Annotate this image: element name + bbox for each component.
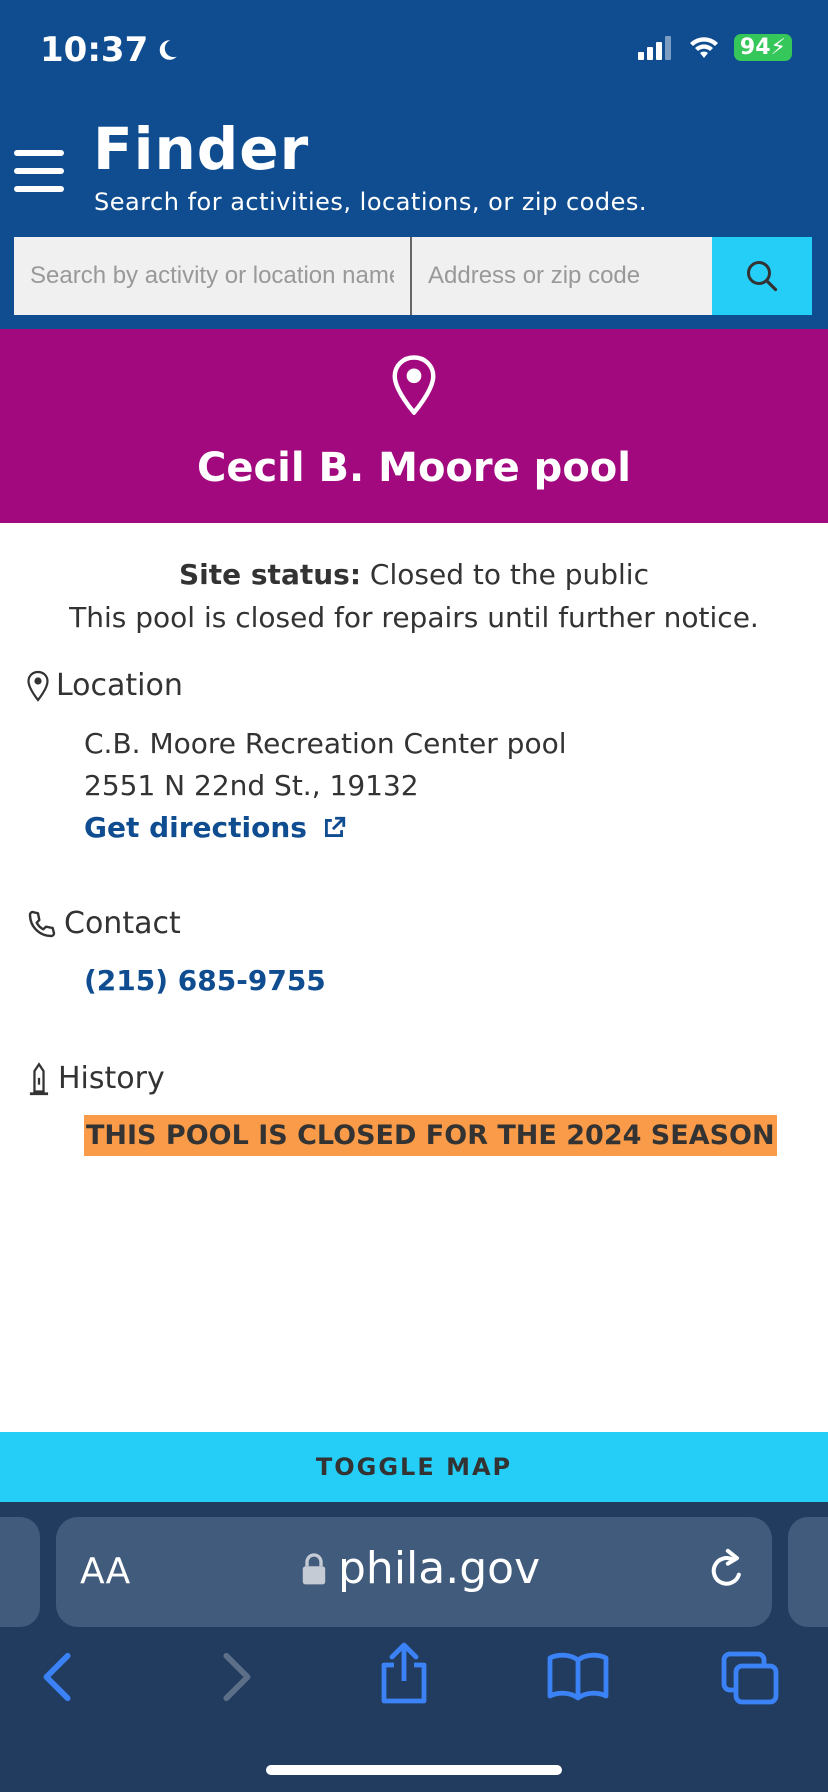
url-domain[interactable]: phila.gov bbox=[300, 1543, 540, 1594]
cellular-signal-icon bbox=[637, 35, 671, 60]
address-search-input[interactable] bbox=[412, 237, 712, 315]
forward-icon[interactable] bbox=[216, 1650, 256, 1704]
closure-notice: THIS POOL IS CLOSED FOR THE 2024 SEASON bbox=[84, 1115, 777, 1156]
home-indicator bbox=[266, 1765, 562, 1775]
back-icon[interactable] bbox=[38, 1650, 78, 1704]
previous-tab-edge[interactable] bbox=[0, 1517, 40, 1627]
charging-bolt-icon: ⚡ bbox=[770, 35, 786, 60]
lock-icon bbox=[302, 1552, 326, 1584]
location-heading: Location bbox=[26, 668, 183, 703]
contact-details: (215) 685-9755 bbox=[84, 960, 326, 1002]
activity-search-input[interactable] bbox=[14, 237, 412, 315]
status-time: 10:37 bbox=[40, 30, 180, 70]
phone-icon bbox=[28, 910, 56, 937]
location-title: Cecil B. Moore pool bbox=[196, 445, 631, 491]
location-name: C.B. Moore Recreation Center pool bbox=[84, 727, 567, 760]
search-button[interactable] bbox=[712, 237, 812, 315]
history-details: THIS POOL IS CLOSED FOR THE 2024 SEASON bbox=[84, 1115, 777, 1156]
status-indicators: 94⚡ bbox=[637, 34, 792, 61]
phone-link[interactable]: (215) 685-9755 bbox=[84, 960, 326, 1002]
address-bar[interactable]: AA phila.gov bbox=[56, 1517, 772, 1627]
location-hero: Cecil B. Moore pool bbox=[0, 329, 828, 523]
monument-icon bbox=[29, 1061, 49, 1095]
location-address: 2551 N 22nd St., 19132 bbox=[84, 769, 419, 802]
map-pin-icon bbox=[392, 355, 436, 415]
location-details: C.B. Moore Recreation Center pool 2551 N… bbox=[84, 723, 567, 849]
reload-icon[interactable] bbox=[704, 1547, 748, 1595]
wifi-icon bbox=[689, 36, 718, 58]
text-size-button[interactable]: AA bbox=[80, 1551, 130, 1592]
contact-heading: Contact bbox=[26, 906, 181, 941]
share-icon[interactable] bbox=[376, 1640, 432, 1706]
external-link-icon bbox=[324, 816, 346, 837]
moon-icon bbox=[159, 40, 177, 60]
battery-indicator: 94⚡ bbox=[733, 34, 792, 61]
menu-icon[interactable] bbox=[14, 150, 64, 194]
site-status: Site status: Closed to the public This p… bbox=[69, 558, 759, 634]
search-row bbox=[14, 237, 814, 315]
page-title: Finder bbox=[93, 115, 310, 183]
search-icon bbox=[747, 261, 778, 292]
bookmarks-icon[interactable] bbox=[546, 1650, 610, 1702]
next-tab-edge[interactable] bbox=[788, 1517, 828, 1627]
toggle-map-button[interactable]: TOGGLE MAP bbox=[0, 1432, 828, 1502]
location-pin-icon bbox=[27, 670, 49, 702]
status-bar: 10:37 94⚡ bbox=[0, 0, 828, 100]
tabs-icon[interactable] bbox=[720, 1650, 780, 1706]
history-heading: History bbox=[26, 1061, 165, 1096]
page-subtitle: Search for activities, locations, or zip… bbox=[94, 188, 647, 216]
get-directions-link[interactable]: Get directions bbox=[84, 807, 347, 849]
